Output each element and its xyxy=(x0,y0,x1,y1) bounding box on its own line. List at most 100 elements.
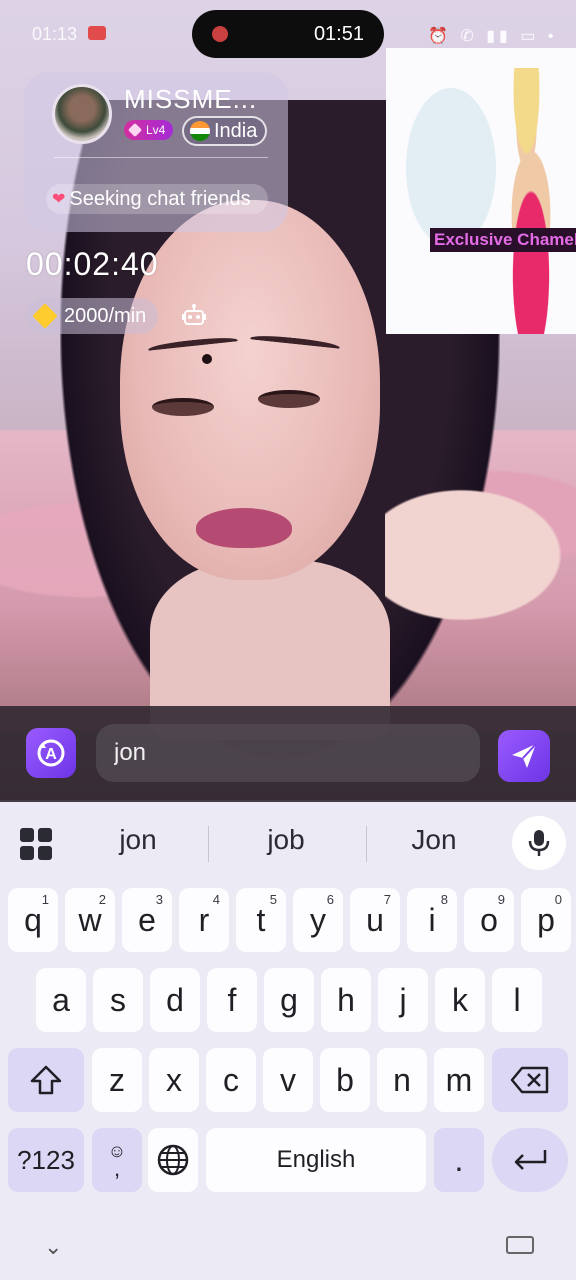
key-f[interactable]: f xyxy=(207,968,257,1032)
rate-label: 2000/min xyxy=(64,304,147,327)
keyboard-nav-row: ⌄ xyxy=(0,1224,576,1280)
call-timer-pill[interactable]: 01:51 xyxy=(192,10,384,58)
hide-keyboard-icon[interactable]: ⌄ xyxy=(44,1234,62,1260)
video-hand xyxy=(385,480,576,630)
key-d[interactable]: d xyxy=(150,968,200,1032)
svg-text:A: A xyxy=(45,746,57,763)
key-q[interactable]: q1 xyxy=(8,888,58,952)
key-label: y xyxy=(310,901,326,938)
symbols-key[interactable]: ?123 xyxy=(8,1128,84,1192)
suggestion-strip: jon job Jon xyxy=(0,810,576,870)
comma-label: , xyxy=(113,1156,121,1181)
key-i[interactable]: i8 xyxy=(407,888,457,952)
suggestion-3[interactable]: Jon xyxy=(374,824,494,856)
key-number-hint: 8 xyxy=(440,892,448,907)
send-button[interactable] xyxy=(498,730,550,782)
level-badge: Lv4 xyxy=(124,120,174,140)
key-label: i xyxy=(428,901,436,938)
key-number-hint: 9 xyxy=(497,892,505,907)
suggestion-2[interactable]: job xyxy=(226,824,346,856)
bindi xyxy=(202,354,212,364)
suggestion-divider xyxy=(208,826,209,862)
keyboard-switch-icon[interactable] xyxy=(506,1236,534,1254)
left-eye xyxy=(152,398,214,416)
key-l[interactable]: l xyxy=(492,968,542,1032)
key-label: p xyxy=(537,901,555,938)
key-y[interactable]: y6 xyxy=(293,888,343,952)
key-j[interactable]: j xyxy=(378,968,428,1032)
key-number-hint: 1 xyxy=(41,892,49,907)
key-k[interactable]: k xyxy=(435,968,485,1032)
key-e[interactable]: e3 xyxy=(122,888,172,952)
status-time: 01:13 xyxy=(32,24,78,44)
key-number-hint: 2 xyxy=(98,892,106,907)
rate-pill: 2000/min xyxy=(26,298,159,334)
message-input[interactable] xyxy=(96,724,480,782)
key-u[interactable]: u7 xyxy=(350,888,400,952)
period-key[interactable]: . xyxy=(434,1128,484,1192)
key-s[interactable]: s xyxy=(93,968,143,1032)
key-label: q xyxy=(24,901,42,938)
key-label: r xyxy=(198,901,210,938)
key-number-hint: 6 xyxy=(326,892,334,907)
suggestion-1[interactable]: jon xyxy=(78,824,198,856)
suggestion-divider xyxy=(366,826,367,862)
key-b[interactable]: b xyxy=(320,1048,370,1112)
call-timer: 01:51 xyxy=(313,22,364,45)
enter-icon xyxy=(514,1150,547,1170)
country-label: India xyxy=(214,119,258,142)
key-n[interactable]: n xyxy=(377,1048,427,1112)
diamond-icon xyxy=(32,303,58,329)
message-bar: A xyxy=(0,706,576,802)
key-r[interactable]: r4 xyxy=(179,888,229,952)
emoji-comma-key[interactable]: ☺ , xyxy=(92,1128,142,1192)
record-dot-icon xyxy=(212,26,228,42)
key-t[interactable]: t5 xyxy=(236,888,286,952)
preview-splash xyxy=(406,88,496,248)
right-eye xyxy=(258,390,320,408)
enter-key[interactable] xyxy=(492,1128,568,1192)
key-c[interactable]: c xyxy=(206,1048,256,1112)
shift-key[interactable] xyxy=(8,1048,84,1112)
key-label: u xyxy=(366,901,384,938)
preview-caption: Exclusive Chameleon xyxy=(430,228,576,252)
status-icons: ⏰ ✆ ▮▮ ▭ • xyxy=(428,28,558,45)
key-label: e xyxy=(138,901,156,938)
key-m[interactable]: m xyxy=(434,1048,484,1112)
country-badge: India xyxy=(182,116,268,146)
status-tag: ❤ Seeking chat friends xyxy=(46,184,268,214)
key-label: o xyxy=(480,901,498,938)
key-a[interactable]: a xyxy=(36,968,86,1032)
apps-grid-icon[interactable] xyxy=(20,828,52,860)
avatar[interactable] xyxy=(52,84,112,144)
key-w[interactable]: w2 xyxy=(65,888,115,952)
translate-button[interactable]: A xyxy=(26,728,76,778)
key-x[interactable]: x xyxy=(149,1048,199,1112)
language-key[interactable] xyxy=(148,1128,198,1192)
key-p[interactable]: p0 xyxy=(521,888,571,952)
key-number-hint: 7 xyxy=(383,892,391,907)
local-preview[interactable]: Exclusive Chameleon xyxy=(386,48,576,334)
translate-icon: A xyxy=(37,739,65,767)
key-o[interactable]: o9 xyxy=(464,888,514,952)
key-number-hint: 0 xyxy=(554,892,562,907)
key-z[interactable]: z xyxy=(92,1048,142,1112)
mic-button[interactable] xyxy=(512,816,566,870)
heart-icon: ❤ xyxy=(52,191,66,208)
robot-icon[interactable] xyxy=(180,302,208,330)
space-key[interactable]: English xyxy=(206,1128,426,1192)
send-icon xyxy=(512,743,537,768)
globe-icon xyxy=(157,1144,189,1176)
backspace-icon xyxy=(510,1066,549,1094)
key-h[interactable]: h xyxy=(321,968,371,1032)
lips xyxy=(196,508,292,548)
profile-card[interactable]: MISSME... Lv4 India ❤ Seeking chat frien… xyxy=(24,72,288,232)
india-flag-icon xyxy=(190,121,210,141)
username: MISSME... xyxy=(124,84,258,114)
key-number-hint: 3 xyxy=(155,892,163,907)
key-v[interactable]: v xyxy=(263,1048,313,1112)
key-label: w xyxy=(78,901,102,938)
card-divider xyxy=(54,157,268,158)
key-g[interactable]: g xyxy=(264,968,314,1032)
backspace-key[interactable] xyxy=(492,1048,568,1112)
